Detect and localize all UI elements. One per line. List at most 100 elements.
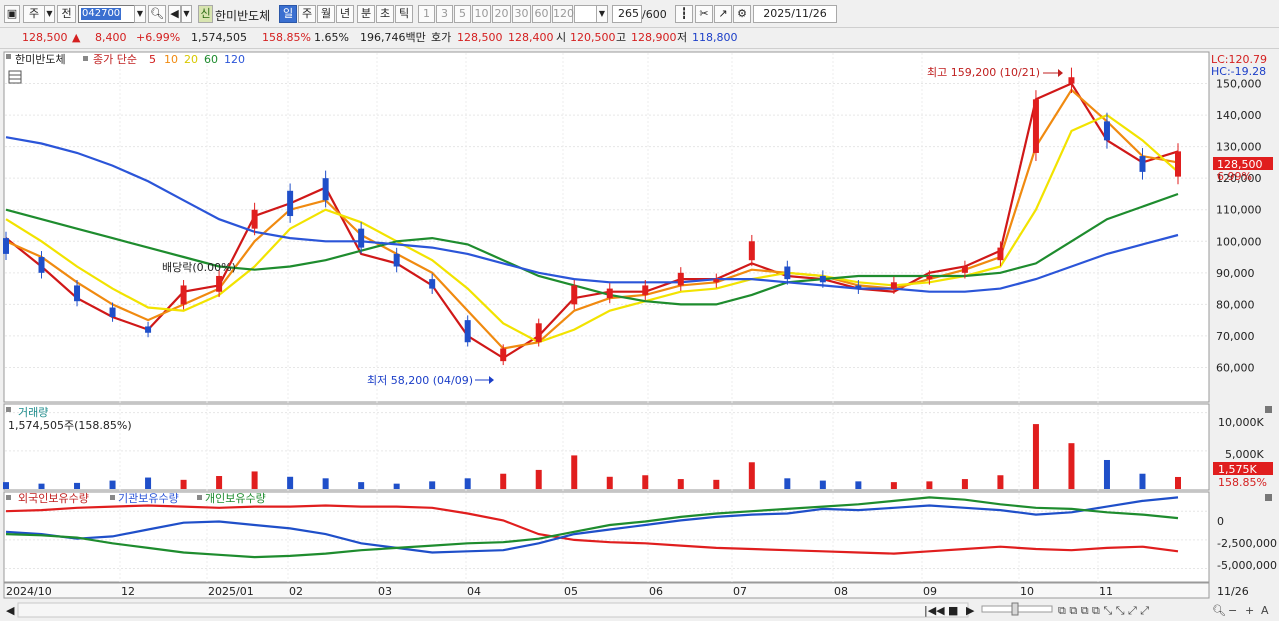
period-tick[interactable]: 틱	[395, 5, 413, 23]
interval-20[interactable]: 20	[492, 5, 511, 23]
price-ylabel: 110,000	[1216, 204, 1262, 217]
date-input[interactable]: 2025/11/26	[753, 5, 837, 23]
drawing-icon[interactable]: ↗	[714, 5, 732, 23]
volume-bar	[74, 482, 81, 489]
candle-body	[535, 323, 542, 343]
speaker-dropdown-icon[interactable]: ▼	[181, 5, 192, 23]
holdings-ylabel-2500000: -2,500,000	[1217, 537, 1277, 550]
interval-dropdown-icon[interactable]: ▼	[596, 5, 608, 23]
count-input[interactable]: 265	[612, 5, 642, 23]
period-day[interactable]: 일	[279, 5, 297, 23]
interval-60[interactable]: 60	[532, 5, 551, 23]
legend-ma60: 60	[204, 53, 218, 66]
interval-5[interactable]: 5	[454, 5, 471, 23]
candle-body	[429, 279, 436, 289]
interval-1[interactable]: 1	[418, 5, 435, 23]
zoom-slider-handle[interactable]	[1011, 602, 1019, 616]
volume-bar	[393, 483, 400, 489]
volume-panel-close-icon[interactable]	[1265, 406, 1272, 413]
volume-bar	[606, 476, 613, 489]
gear-icon[interactable]: ⚙	[733, 5, 751, 23]
market-dropdown-icon[interactable]: ▼	[44, 5, 55, 23]
stock-code-value: 042700	[81, 8, 122, 20]
volume-bar	[251, 471, 258, 489]
period-month[interactable]: 월	[317, 5, 335, 23]
scroll-right-icon[interactable]: ▶	[966, 604, 975, 617]
tools-icons[interactable]: ⧉ ⧉ ⧉ ⧉ ⤡ ⤡ ⤢ ⤢	[1058, 604, 1149, 617]
prev-button[interactable]: 전	[57, 5, 76, 23]
current-price: 128,500	[22, 31, 68, 44]
period-second[interactable]: 초	[376, 5, 394, 23]
interval-10[interactable]: 10	[472, 5, 491, 23]
zoom-in-icon[interactable]: 🔍︎	[1212, 604, 1226, 617]
holdings-panel-close-icon[interactable]	[1265, 494, 1272, 501]
table-icon[interactable]	[8, 70, 22, 84]
volume-bar	[3, 482, 9, 489]
candle-body	[251, 209, 258, 229]
rewind-icon[interactable]: |◀◀	[924, 604, 945, 617]
interval-120[interactable]: 120	[552, 5, 574, 23]
volume-bar	[180, 479, 187, 489]
candle-body	[322, 178, 329, 201]
scroll-left-icon[interactable]: ◀	[6, 604, 15, 617]
max-count: /600	[642, 8, 667, 21]
volume-bar	[500, 473, 507, 489]
legend-ma20: 20	[184, 53, 198, 66]
interval-3[interactable]: 3	[436, 5, 453, 23]
stop-icon[interactable]: ■	[948, 604, 958, 617]
x-label: 06	[649, 585, 663, 598]
scissors-icon[interactable]: ✂	[695, 5, 713, 23]
chart-menu-icon[interactable]: ▣	[4, 5, 20, 23]
plus-icon[interactable]: +	[1245, 604, 1254, 617]
scrollbar-track[interactable]	[17, 602, 969, 618]
x-label: 11	[1099, 585, 1113, 598]
speaker-icon[interactable]: ◀	[168, 5, 181, 23]
volume-bar	[38, 483, 45, 489]
price-ylabel: 150,000	[1216, 78, 1262, 91]
candle-body	[748, 241, 755, 261]
candle-body	[1032, 99, 1039, 153]
candle-body	[216, 275, 223, 292]
minus-icon[interactable]: −	[1228, 604, 1237, 617]
candle-body	[287, 190, 294, 217]
volume-bar	[109, 480, 116, 489]
stock-name: 한미반도체	[215, 9, 271, 23]
volume-bar	[961, 479, 968, 489]
toolbar: ▣ 주 ▼ 전 042700 ▼ 🔍︎ ◀ ▼ 신 한미반도체 일 주 월 년 …	[0, 0, 1279, 28]
volume-bar	[1032, 424, 1039, 489]
period-week[interactable]: 주	[298, 5, 316, 23]
volume-bar	[1103, 459, 1110, 489]
dividend-note: 배당락(0.00%)	[162, 261, 236, 274]
price-panel	[3, 51, 1210, 403]
code-dropdown-icon[interactable]: ▼	[134, 5, 146, 23]
period-year[interactable]: 년	[336, 5, 354, 23]
up-arrow-icon: ▲	[72, 31, 81, 44]
low-price: 118,800	[692, 31, 738, 44]
market-select[interactable]: 주	[23, 5, 45, 23]
volume-bar	[535, 469, 542, 489]
candle-body	[642, 285, 649, 295]
x-label: 09	[923, 585, 937, 598]
legend-institution: 기관보유수량	[118, 492, 179, 505]
candle-body	[1103, 121, 1110, 141]
search-icon[interactable]: 🔍︎	[148, 5, 166, 23]
candle-body	[358, 228, 365, 248]
candle-body	[890, 282, 897, 289]
candle-body	[571, 285, 578, 305]
change-percent: +6.99%	[136, 31, 181, 44]
volume-bar	[358, 482, 365, 489]
candle-type-icon[interactable]: ┇	[675, 5, 693, 23]
high-label: 고	[616, 31, 627, 44]
text-size-icon[interactable]: A	[1261, 604, 1269, 617]
volume-bar	[1068, 443, 1075, 489]
volume-ylabel-10000k: 10,000K	[1218, 416, 1264, 429]
volume-bar	[322, 478, 329, 489]
interval-30[interactable]: 30	[512, 5, 531, 23]
chart-area[interactable]: 한미반도체 종가 단순 5 10 20 60 120 LC:120.79 HC:…	[0, 49, 1279, 621]
volume-bar	[1175, 476, 1181, 489]
volume-bar	[145, 477, 152, 489]
price-ylabel: 130,000	[1216, 141, 1262, 154]
volume-bar	[429, 481, 436, 489]
period-minute[interactable]: 분	[357, 5, 375, 23]
x-label: 2024/10	[6, 585, 52, 598]
